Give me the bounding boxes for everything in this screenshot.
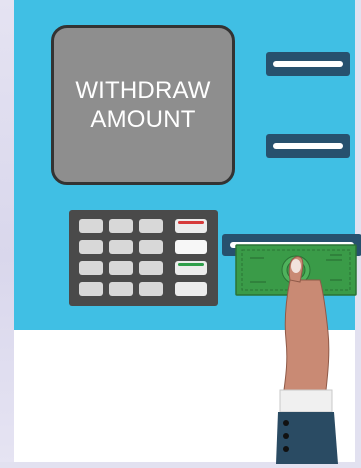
keypad-key[interactable]: [139, 261, 163, 275]
atm-screen[interactable]: WITHDRAW AMOUNT: [51, 25, 235, 185]
keypad-key[interactable]: [109, 261, 133, 275]
keypad-key[interactable]: [139, 282, 163, 296]
clear-key[interactable]: [175, 240, 207, 254]
cancel-key-stripe: [178, 221, 204, 224]
card-slot-icon[interactable]: [266, 52, 350, 76]
keypad-key[interactable]: [139, 219, 163, 233]
keypad-icon: [69, 210, 218, 306]
cancel-key[interactable]: [175, 219, 207, 233]
keypad-key[interactable]: [109, 282, 133, 296]
keypad-key[interactable]: [109, 219, 133, 233]
keypad-key[interactable]: [79, 282, 103, 296]
enter-key-stripe: [178, 263, 204, 266]
keypad-key[interactable]: [79, 261, 103, 275]
screen-text-amount: AMOUNT: [90, 106, 196, 133]
receipt-slot-icon[interactable]: [266, 134, 350, 158]
keypad-key[interactable]: [79, 240, 103, 254]
keypad-key[interactable]: [79, 219, 103, 233]
keypad-key[interactable]: [139, 240, 163, 254]
hand-with-banknote: [235, 244, 357, 464]
screen-text-withdraw: WITHDRAW: [75, 77, 211, 104]
background-left: [0, 0, 14, 468]
blank-key[interactable]: [175, 282, 207, 296]
enter-key[interactable]: [175, 261, 207, 275]
keypad-key[interactable]: [109, 240, 133, 254]
